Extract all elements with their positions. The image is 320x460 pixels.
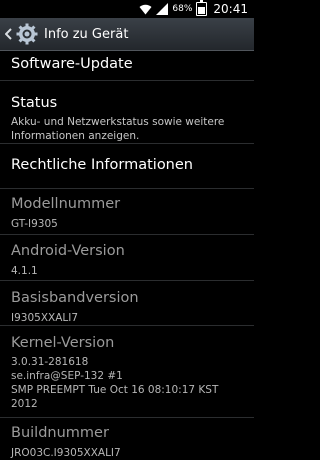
item-title: Software-Update (11, 56, 133, 72)
list-item-baseband-version: Basisbandversion I9305XXALI7 (0, 281, 254, 326)
item-title: Kernel-Version (11, 335, 115, 351)
list-item-android-version: Android-Version 4.1.1 (0, 235, 254, 281)
list-item-software-update[interactable]: Software-Update (0, 51, 254, 81)
list-item-status[interactable]: Status Akku- und Netzwerkstatus sowie we… (0, 81, 254, 144)
back-arrow-icon[interactable] (2, 18, 14, 51)
list-item-model-number: Modellnummer GT-I9305 (0, 189, 254, 235)
kernel-line: SMP PREEMPT Tue Oct 16 08:10:17 KST (11, 384, 219, 396)
item-title: Buildnummer (11, 425, 109, 441)
settings-list: Software-Update Status Akku- und Netzwer… (0, 51, 254, 459)
item-title: Basisbandversion (11, 290, 139, 306)
list-item-legal-info[interactable]: Rechtliche Informationen (0, 144, 254, 189)
item-value: 4.1.1 (11, 265, 38, 277)
kernel-line: se.infra@SEP-132 #1 (11, 370, 123, 382)
wifi-icon (139, 4, 152, 15)
kernel-line: 2012 (11, 398, 38, 410)
item-title: Android-Version (11, 243, 125, 259)
battery-percent: 68% (172, 4, 193, 14)
item-summary: Akku- und Netzwerkstatus sowie weitere I… (11, 116, 225, 142)
item-title: Modellnummer (11, 196, 121, 212)
battery-level (198, 7, 206, 14)
status-bar: 68% 20:41 (0, 0, 254, 18)
page-title: Info zu Gerät (44, 26, 129, 42)
list-item-kernel-version: Kernel-Version 3.0.31-281618 se.infra@SE… (0, 326, 254, 418)
item-value: GT-I9305 (11, 218, 58, 230)
list-item-build-number: Buildnummer JRO03C.I9305XXALI7 (0, 418, 254, 459)
action-bar: Info zu Gerät (0, 18, 254, 51)
item-value: JRO03C.I9305XXALI7 (11, 447, 121, 459)
battery-icon (196, 0, 208, 16)
clock: 20:41 (213, 2, 248, 16)
item-title: Status (11, 95, 58, 111)
signal-icon (156, 3, 169, 15)
kernel-line: 3.0.31-281618 (11, 356, 89, 368)
item-title: Rechtliche Informationen (11, 157, 193, 173)
item-value: I9305XXALI7 (11, 312, 79, 324)
settings-gear-icon[interactable] (14, 21, 40, 47)
